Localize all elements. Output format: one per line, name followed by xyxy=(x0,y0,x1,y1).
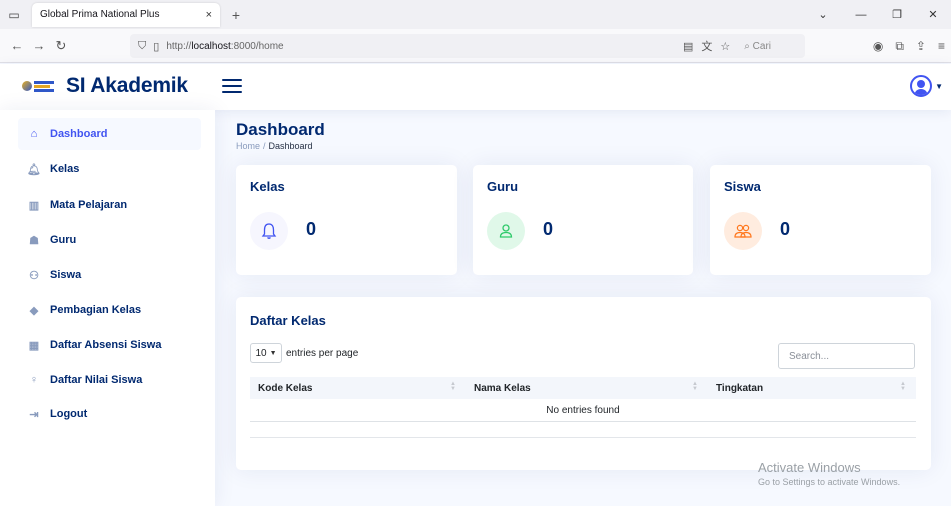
tab-list-icon[interactable]: ▭ xyxy=(0,0,28,29)
logo[interactable]: SI Akademik xyxy=(22,74,188,98)
teacher-icon: ☗ xyxy=(29,234,39,247)
card-title: Guru xyxy=(487,179,519,194)
table-header: Kode Kelas ▲ ▼ Nama Kelas ▲ ▼ Tingkatan ▲ ▼ xyxy=(250,377,916,399)
page-title: Dashboard xyxy=(236,120,325,139)
table-search-input[interactable]: Search... xyxy=(778,343,915,369)
breadcrumb: Home / Dashboard xyxy=(236,141,313,151)
tab-overflow-chevron-icon[interactable]: ⌄ xyxy=(803,8,843,21)
bell-icon: 🔔︎ xyxy=(27,163,41,176)
book-icon: ▥ xyxy=(28,199,40,212)
tab-title: Global Prima National Plus xyxy=(40,9,160,20)
sidebar-item-label: Pembagian Kelas xyxy=(50,304,142,316)
graduation-icon: ◆ xyxy=(29,304,39,317)
menu-icon[interactable]: ≡ xyxy=(938,39,945,53)
caret-down-icon: ▼ xyxy=(935,81,943,91)
card-title: Kelas xyxy=(250,179,285,194)
windows-activation-watermark: Activate Windows Go to Settings to activ… xyxy=(758,460,901,487)
sort-icon: ▲ ▼ xyxy=(450,381,456,392)
column-header-nama-kelas[interactable]: Nama Kelas ▲ ▼ xyxy=(466,377,708,399)
user-icon xyxy=(487,212,525,250)
breadcrumb-home[interactable]: Home xyxy=(236,141,260,151)
back-icon[interactable]: ← xyxy=(6,38,28,53)
minimize-icon[interactable]: — xyxy=(843,9,879,21)
account-icon[interactable]: ◉ xyxy=(873,39,883,53)
tab-close-icon[interactable]: × xyxy=(206,9,212,21)
siswa-card: Siswa 0 xyxy=(710,165,931,275)
guru-card: Guru 0 xyxy=(473,165,693,275)
sort-icon: ▲ ▼ xyxy=(900,381,906,392)
school-logo-icon xyxy=(22,77,60,95)
sidebar-item-label: Guru xyxy=(50,234,77,246)
sidebar-item-label: Daftar Nilai Siswa xyxy=(50,374,143,386)
entries-label: entries per page xyxy=(286,347,359,359)
sidebar-item-guru[interactable]: ☗ Guru xyxy=(18,224,201,256)
translate-icon[interactable]: 文 xyxy=(701,38,712,54)
close-window-icon[interactable]: ✕ xyxy=(915,8,951,21)
extensions-icon[interactable]: ⧉ xyxy=(895,39,904,54)
card-title: Siswa xyxy=(724,179,761,194)
sidebar-item-pembagian-kelas[interactable]: ◆ Pembagian Kelas xyxy=(18,294,201,326)
kelas-card: Kelas 0 xyxy=(236,165,457,275)
reader-view-icon[interactable]: ▤ xyxy=(683,40,693,53)
browser-tab[interactable]: Global Prima National Plus × xyxy=(32,2,220,27)
divider xyxy=(250,437,916,438)
sidebar-item-daftar-absensi-siswa[interactable]: ▦ Daftar Absensi Siswa xyxy=(18,329,201,361)
search-icon[interactable]: ⌕ Cari xyxy=(744,41,771,52)
card-value: 0 xyxy=(543,219,554,239)
profile-dropdown[interactable]: ▼ xyxy=(910,75,943,97)
address-bar-actions: ▤ 文 ☆ ⌕ Cari xyxy=(683,34,771,58)
card-value: 0 xyxy=(780,219,791,239)
page-icon: ▯ xyxy=(153,40,160,53)
sidebar-item-label: Dashboard xyxy=(50,128,108,140)
table-empty-row: No entries found xyxy=(250,400,916,422)
column-header-tingkatan[interactable]: Tingkatan ▲ ▼ xyxy=(708,377,916,399)
reload-icon[interactable]: ↻ xyxy=(50,38,72,54)
sidebar-item-label: Kelas xyxy=(50,163,80,175)
browser-tab-bar: ▭ Global Prima National Plus × + ⌄ — ❐ ✕ xyxy=(0,0,951,29)
sidebar-item-label: Mata Pelajaran xyxy=(50,199,128,211)
sidebar-item-label: Daftar Absensi Siswa xyxy=(50,339,162,351)
app-header: SI Akademik ▼ xyxy=(0,64,951,110)
new-tab-button[interactable]: + xyxy=(224,7,248,23)
share-icon[interactable]: ⇪ xyxy=(916,39,926,53)
address-bar[interactable]: ⛉ ▯ http://localhost:8000/home ▤ 文 ☆ ⌕ C… xyxy=(130,34,805,58)
toggle-sidebar-icon[interactable] xyxy=(222,77,242,95)
calendar-icon: ▦ xyxy=(28,339,40,352)
sidebar-item-siswa[interactable]: ⚇ Siswa xyxy=(18,259,201,291)
chevron-down-icon: ▼ xyxy=(269,349,277,357)
entries-per-page: 10 ▼ entries per page xyxy=(250,343,358,363)
shield-icon: ⛉ xyxy=(138,39,147,52)
logout-icon: ⇥ xyxy=(29,408,39,421)
sidebar: ⌂ Dashboard 🔔︎ Kelas ▥ Mata Pelajaran ☗ … xyxy=(0,110,215,506)
award-icon: ♀ xyxy=(29,374,39,386)
bookmark-star-icon[interactable]: ☆ xyxy=(720,40,730,53)
card-value: 0 xyxy=(306,219,317,239)
url-text: http://localhost:8000/home xyxy=(166,40,284,52)
sort-icon: ▲ ▼ xyxy=(692,381,698,392)
sidebar-item-dashboard[interactable]: ⌂ Dashboard xyxy=(18,118,201,150)
home-icon: ⌂ xyxy=(30,128,38,140)
sidebar-item-kelas[interactable]: 🔔︎ Kelas xyxy=(18,153,201,185)
toolbar-right: ◉ ⧉ ⇪ ≡ xyxy=(873,29,945,63)
students-icon: ⚇ xyxy=(29,269,39,282)
avatar-icon xyxy=(910,75,933,97)
card-title: Daftar Kelas xyxy=(250,313,326,328)
daftar-kelas-card: Daftar Kelas 10 ▼ entries per page Search… xyxy=(236,297,931,470)
entries-select[interactable]: 10 ▼ xyxy=(250,343,282,363)
column-header-kode-kelas[interactable]: Kode Kelas ▲ ▼ xyxy=(250,377,466,399)
restore-icon[interactable]: ❐ xyxy=(879,8,915,21)
breadcrumb-current: Dashboard xyxy=(268,141,313,151)
forward-icon[interactable]: → xyxy=(28,38,50,53)
sidebar-item-label: Logout xyxy=(50,408,88,420)
window-controls: ⌄ — ❐ ✕ xyxy=(803,0,951,29)
people-icon xyxy=(724,212,762,250)
sidebar-item-mata-pelajaran[interactable]: ▥ Mata Pelajaran xyxy=(18,189,201,221)
sidebar-item-daftar-nilai-siswa[interactable]: ♀ Daftar Nilai Siswa xyxy=(18,364,201,396)
browser-navbar: ← → ↻ ⛉ ▯ http://localhost:8000/home ▤ 文… xyxy=(0,29,951,63)
sidebar-item-label: Siswa xyxy=(50,269,82,281)
brand-name: SI Akademik xyxy=(66,74,188,97)
bell-icon xyxy=(250,212,288,250)
sidebar-item-logout[interactable]: ⇥ Logout xyxy=(18,398,201,430)
